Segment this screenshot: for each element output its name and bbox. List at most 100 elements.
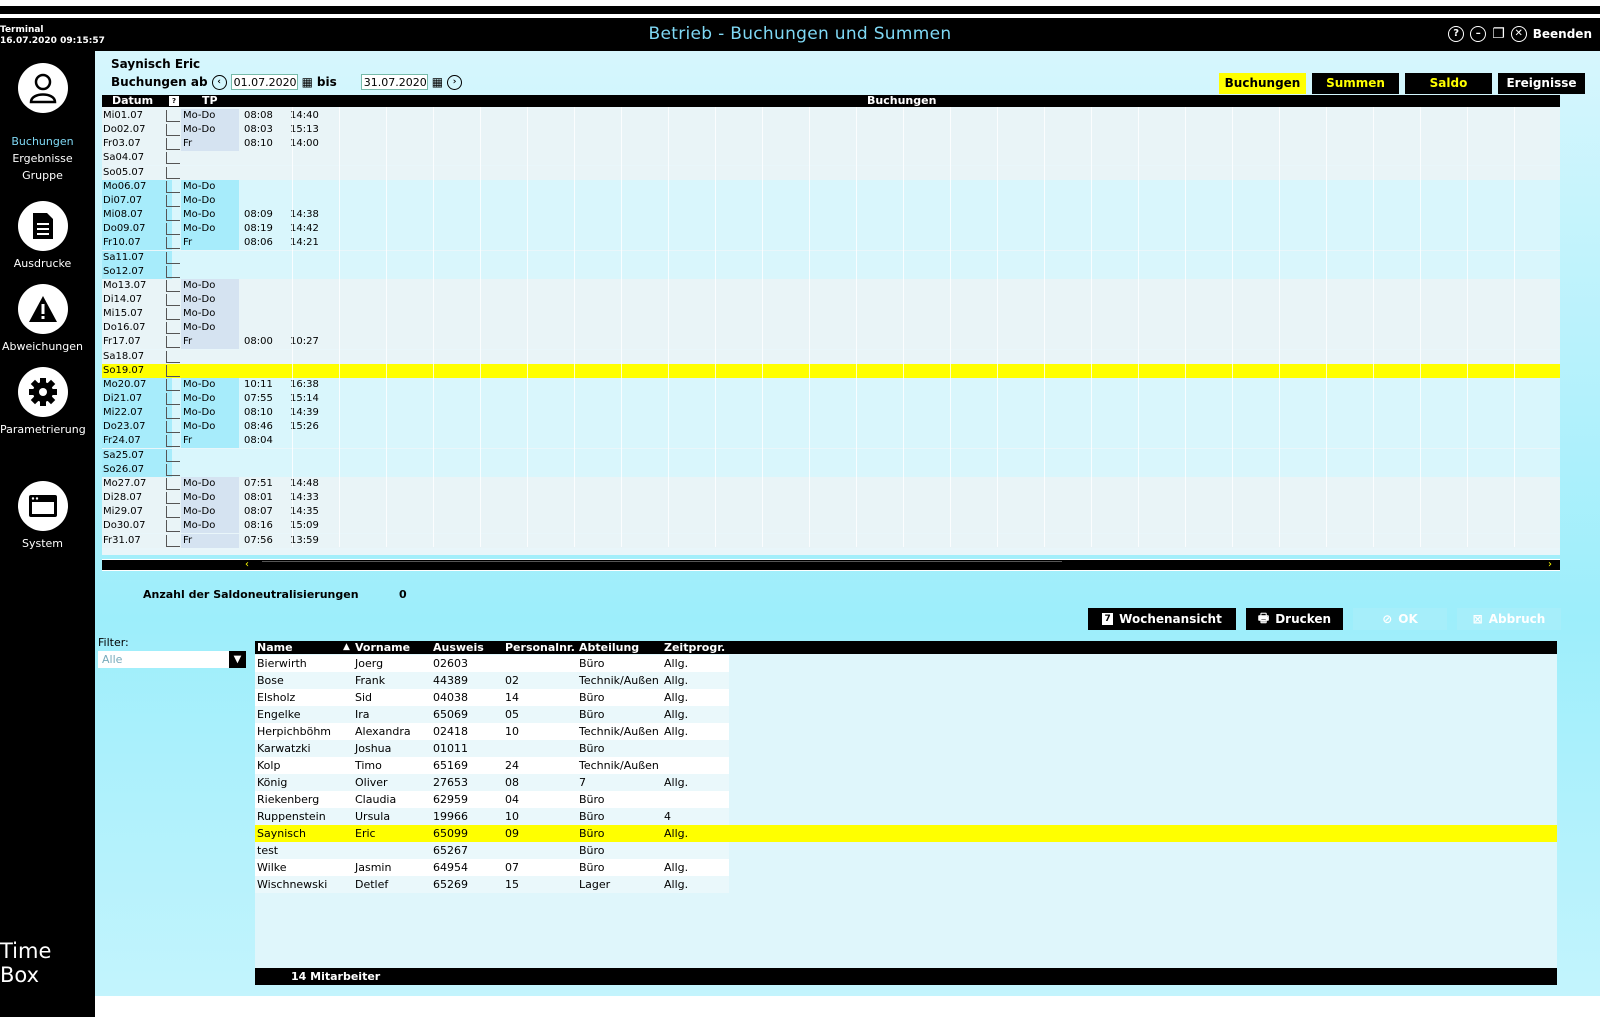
- calendar-icon[interactable]: ▦: [432, 75, 443, 89]
- row-checkbox[interactable]: [166, 279, 180, 292]
- row-checkbox[interactable]: [166, 110, 180, 122]
- row-checkbox[interactable]: [166, 407, 180, 420]
- minimize-icon[interactable]: –: [1470, 26, 1487, 42]
- table-row[interactable]: Ruppenstein Ursula 19966 10 Büro 4: [255, 808, 1557, 825]
- row-checkbox[interactable]: [166, 166, 180, 179]
- grid-row[interactable]: Mo27.07 Mo-Do 07:51 14:48: [102, 476, 1560, 491]
- table-row[interactable]: Bose Frank 44389 02 Technik/Außen Allg.: [255, 672, 1557, 689]
- close-icon[interactable]: ✕: [1510, 26, 1527, 42]
- horizontal-scrollbar[interactable]: ‹ ›: [102, 559, 1560, 571]
- row-checkbox[interactable]: [166, 209, 180, 222]
- row-checkbox[interactable]: [166, 506, 180, 519]
- grid-row[interactable]: Mi08.07 Mo-Do 08:09 14:38: [102, 208, 1560, 223]
- row-checkbox[interactable]: [166, 520, 180, 533]
- row-checkbox[interactable]: [166, 265, 180, 278]
- table-row[interactable]: König Oliver 27653 08 7 Allg.: [255, 774, 1557, 791]
- col-vorname[interactable]: Vorname: [355, 641, 410, 654]
- row-checkbox[interactable]: [166, 421, 180, 434]
- grid-row[interactable]: Di21.07 Mo-Do 07:55 15:14: [102, 392, 1560, 406]
- table-row[interactable]: Herpichböhm Alexandra 02418 10 Technik/Außen…: [255, 723, 1557, 740]
- sidebar-item-system[interactable]: System: [0, 481, 85, 552]
- col-ausweis[interactable]: Ausweis: [433, 641, 484, 654]
- sidebar-item-buchungen[interactable]: Buchungen Ergebnisse Gruppe: [0, 63, 85, 184]
- table-row[interactable]: Wilke Jasmin 64954 07 Büro Allg.: [255, 859, 1557, 876]
- sidebar-sub-gruppe[interactable]: Gruppe: [0, 167, 85, 184]
- sidebar-sub-buchungen[interactable]: Buchungen: [0, 133, 85, 150]
- row-checkbox[interactable]: [166, 364, 180, 377]
- row-checkbox[interactable]: [166, 463, 180, 476]
- row-checkbox[interactable]: [166, 477, 180, 490]
- from-date-field[interactable]: 01.07.2020: [230, 74, 298, 90]
- row-checkbox[interactable]: [166, 378, 180, 391]
- row-checkbox[interactable]: [166, 322, 180, 335]
- close-button[interactable]: Beenden: [1533, 27, 1592, 41]
- table-row[interactable]: Kolp Timo 65169 24 Technik/Außen: [255, 757, 1557, 774]
- table-row[interactable]: Bierwirth Joerg 02603 Büro Allg.: [255, 655, 1557, 672]
- sidebar-sub-ergebnisse[interactable]: Ergebnisse: [0, 150, 85, 167]
- filter-select[interactable]: Alle ▼: [98, 651, 246, 668]
- grid-row[interactable]: Di14.07 Mo-Do: [102, 292, 1560, 307]
- grid-row[interactable]: So05.07: [102, 165, 1560, 180]
- table-row[interactable]: Engelke Ira 65069 05 Büro Allg.: [255, 706, 1557, 723]
- grid-row[interactable]: Mi15.07 Mo-Do: [102, 307, 1560, 322]
- grid-row[interactable]: So26.07: [102, 462, 1560, 477]
- col-name[interactable]: Name: [257, 641, 293, 654]
- to-date-field[interactable]: 31.07.2020: [360, 74, 428, 90]
- abbruch-button[interactable]: ⊠ Abbruch: [1457, 608, 1561, 630]
- grid-row[interactable]: So12.07: [102, 264, 1560, 279]
- grid-row[interactable]: Di28.07 Mo-Do 08:01 14:33: [102, 491, 1560, 506]
- row-checkbox[interactable]: [166, 152, 180, 165]
- col-zeitprogr[interactable]: Zeitprogr.: [664, 641, 725, 654]
- grid-row[interactable]: Do23.07 Mo-Do 08:46 15:26: [102, 420, 1560, 435]
- prev-icon[interactable]: ‹: [211, 74, 227, 90]
- row-checkbox[interactable]: [166, 251, 180, 264]
- tab-buchungen[interactable]: Buchungen: [1219, 73, 1306, 94]
- row-checkbox[interactable]: [166, 435, 180, 448]
- row-checkbox[interactable]: [166, 237, 180, 250]
- sort-asc-icon[interactable]: ▲: [343, 641, 350, 654]
- help-icon[interactable]: ?: [1448, 26, 1465, 42]
- checkbox-header-icon[interactable]: ?: [169, 96, 179, 106]
- grid-row[interactable]: Sa04.07: [102, 151, 1560, 166]
- grid-row[interactable]: Mi29.07 Mo-Do 08:07 14:35: [102, 505, 1560, 520]
- restore-icon[interactable]: ❐: [1492, 26, 1505, 42]
- next-icon[interactable]: ›: [447, 74, 463, 90]
- scroll-thumb[interactable]: [262, 561, 1062, 569]
- table-row[interactable]: Wischnewski Detlef 65269 15 Lager Allg.: [255, 876, 1557, 893]
- grid-row[interactable]: Fr10.07 Fr 08:06 14:21: [102, 236, 1560, 251]
- table-row[interactable]: Riekenberg Claudia 62959 04 Büro: [255, 791, 1557, 808]
- grid-row[interactable]: Sa25.07: [102, 448, 1560, 463]
- grid-row[interactable]: Mi22.07 Mo-Do 08:10 14:39: [102, 406, 1560, 421]
- table-row[interactable]: Saynisch Eric 65099 09 Büro Allg.: [255, 825, 1557, 842]
- sidebar-item-abweichungen[interactable]: Abweichungen: [0, 284, 85, 355]
- grid-row[interactable]: Do30.07 Mo-Do 08:16 15:09: [102, 519, 1560, 534]
- row-checkbox[interactable]: [166, 194, 180, 207]
- grid-row[interactable]: Do02.07 Mo-Do 08:03 15:13: [102, 123, 1560, 138]
- chevron-down-icon[interactable]: ▼: [229, 651, 246, 668]
- grid-row[interactable]: Fr03.07 Fr 08:10 14:00: [102, 137, 1560, 152]
- row-checkbox[interactable]: [166, 492, 180, 505]
- wochenansicht-button[interactable]: 7 Wochenansicht: [1088, 608, 1236, 630]
- grid-row[interactable]: So19.07: [102, 363, 1560, 378]
- grid-row[interactable]: Mi01.07 Mo-Do 08:08 14:40: [102, 109, 1560, 123]
- row-checkbox[interactable]: [166, 350, 180, 363]
- col-abteilung[interactable]: Abteilung: [579, 641, 639, 654]
- row-checkbox[interactable]: [166, 138, 180, 151]
- grid-row[interactable]: Sa18.07: [102, 349, 1560, 364]
- drucken-button[interactable]: 🖶 Drucken: [1246, 608, 1343, 630]
- grid-row[interactable]: Mo13.07 Mo-Do: [102, 278, 1560, 293]
- table-row[interactable]: Elsholz Sid 04038 14 Büro Allg.: [255, 689, 1557, 706]
- row-checkbox[interactable]: [166, 180, 180, 193]
- row-checkbox[interactable]: [166, 534, 180, 547]
- grid-row[interactable]: Do16.07 Mo-Do: [102, 321, 1560, 336]
- tab-ereignisse[interactable]: Ereignisse: [1498, 73, 1585, 94]
- row-checkbox[interactable]: [166, 393, 180, 405]
- scroll-left-icon[interactable]: ‹: [245, 560, 256, 570]
- calendar-icon[interactable]: ▦: [302, 75, 313, 89]
- grid-row[interactable]: Mo06.07 Mo-Do: [102, 179, 1560, 194]
- scroll-right-icon[interactable]: ›: [1540, 560, 1560, 570]
- row-checkbox[interactable]: [166, 223, 180, 236]
- grid-row[interactable]: Mo20.07 Mo-Do 10:11 16:38: [102, 377, 1560, 392]
- grid-row[interactable]: Fr31.07 Fr 07:56 13:59: [102, 533, 1560, 548]
- row-checkbox[interactable]: [166, 336, 180, 349]
